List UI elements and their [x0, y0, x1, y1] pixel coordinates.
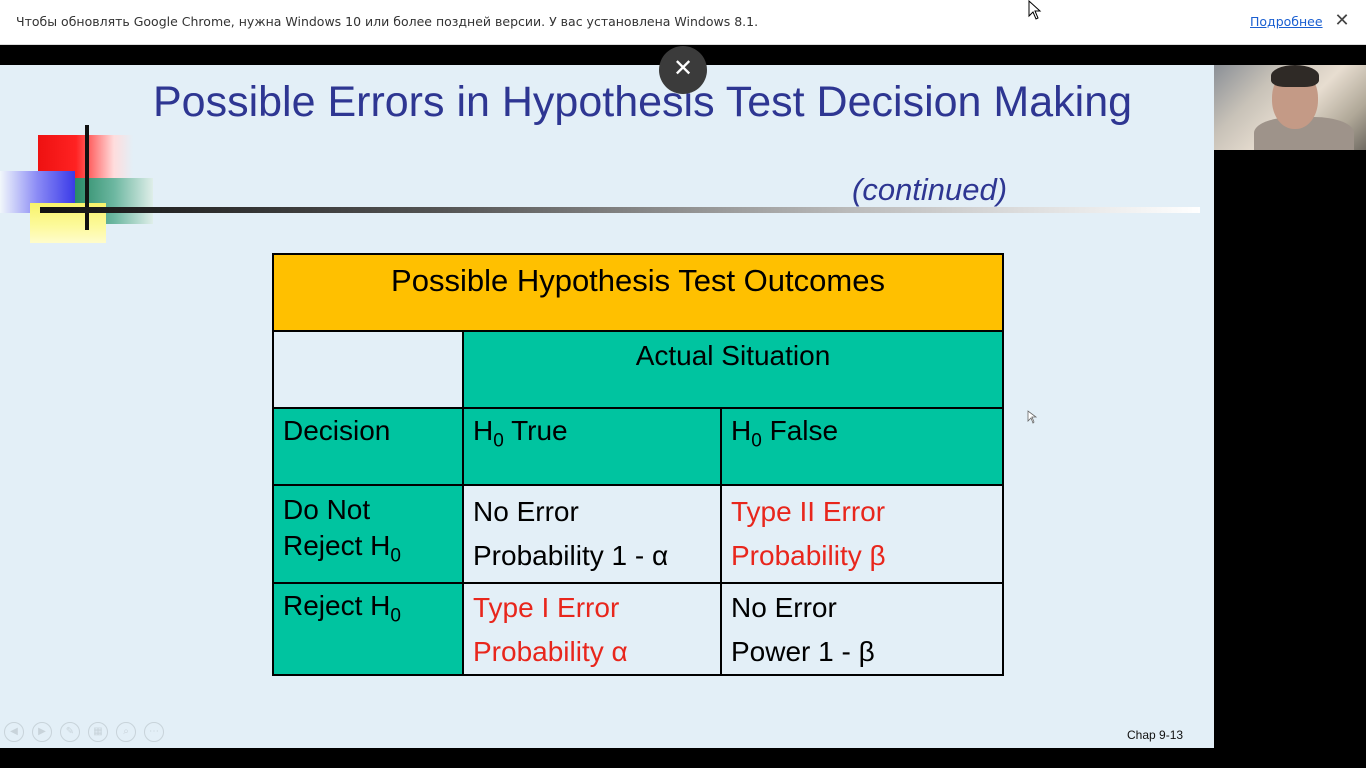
row2-true-a: Type I Error — [473, 592, 620, 623]
table-header: Possible Hypothesis Test Outcomes — [272, 253, 1004, 332]
more-icon[interactable]: ⋯ — [144, 722, 164, 742]
webcam-video — [1214, 65, 1366, 150]
mouse-cursor-icon — [1027, 410, 1037, 424]
decision-cell: Decision — [272, 407, 464, 486]
h0-true-h: H — [473, 415, 494, 446]
h0-true-word: True — [503, 415, 568, 446]
zoom-icon[interactable]: ⌕ — [116, 722, 136, 742]
slides-icon[interactable]: ▦ — [88, 722, 108, 742]
title-divider — [40, 207, 1200, 213]
row2-false-b: Power 1 - β — [731, 636, 875, 667]
next-slide-icon[interactable]: ▶ — [32, 722, 52, 742]
row2-true-cell: Type I Error Probability α — [462, 582, 722, 676]
h0-true-sub: 0 — [493, 430, 504, 452]
empty-corner-cell — [272, 330, 464, 409]
row1-true-cell: No Error Probability 1 - α — [462, 484, 722, 584]
row1-label-a: Do Not — [283, 494, 371, 525]
right-black-panel — [1214, 150, 1366, 748]
row1-label-cell: Do Not Reject H0 — [272, 484, 464, 584]
presentation-slide: Possible Errors in Hypothesis Test Decis… — [0, 65, 1214, 748]
h0-false-sub: 0 — [751, 430, 762, 452]
slide-continued-label: (continued) — [852, 172, 1008, 207]
row1-label-sub: 0 — [390, 545, 401, 567]
prev-slide-icon[interactable]: ◀ — [4, 722, 24, 742]
infobar-message: Чтобы обновлять Google Chrome, нужна Win… — [16, 14, 759, 29]
row1-false-a: Type II Error — [731, 496, 886, 527]
outcomes-table: Possible Hypothesis Test Outcomes Actual… — [272, 253, 1004, 676]
close-icon[interactable]: ✕ — [659, 46, 707, 94]
slide-footer: Chap 9-13 — [1127, 728, 1184, 742]
row1-false-b: Probability β — [731, 540, 886, 571]
pen-icon[interactable]: ✎ — [60, 722, 80, 742]
h0-false-h: H — [731, 415, 752, 446]
row2-label: Reject H — [283, 590, 391, 621]
row1-false-cell: Type II Error Probability β — [720, 484, 1004, 584]
row1-true-a: No Error — [473, 496, 579, 527]
h0-false-word: False — [761, 415, 839, 446]
row2-false-cell: No Error Power 1 - β — [720, 582, 1004, 676]
browser-infobar: Чтобы обновлять Google Chrome, нужна Win… — [0, 0, 1366, 45]
learn-more-link[interactable]: Подробнее — [1250, 14, 1323, 29]
row1-true-b: Probability 1 - α — [473, 540, 669, 571]
slideshow-controls: ◀ ▶ ✎ ▦ ⌕ ⋯ — [4, 721, 172, 743]
decision-label: Decision — [283, 415, 391, 446]
row1-label-b: Reject H — [283, 530, 391, 561]
webcam-person-hair — [1271, 65, 1319, 87]
h0-true-header-cell: H0 True — [462, 407, 722, 486]
decorative-vertical-line — [85, 125, 89, 230]
infobar-close-icon[interactable]: ✕ — [1332, 9, 1352, 33]
row2-false-a: No Error — [731, 592, 837, 623]
h0-false-header-cell: H0 False — [720, 407, 1004, 486]
slide-title: Possible Errors in Hypothesis Test Decis… — [152, 78, 1133, 126]
row2-label-sub: 0 — [390, 605, 401, 627]
actual-situation-label: Actual Situation — [635, 340, 831, 371]
row2-true-b: Probability α — [473, 636, 628, 667]
row2-label-cell: Reject H0 — [272, 582, 464, 676]
mouse-cursor-icon — [1028, 0, 1042, 20]
actual-situation-cell: Actual Situation — [462, 330, 1004, 409]
